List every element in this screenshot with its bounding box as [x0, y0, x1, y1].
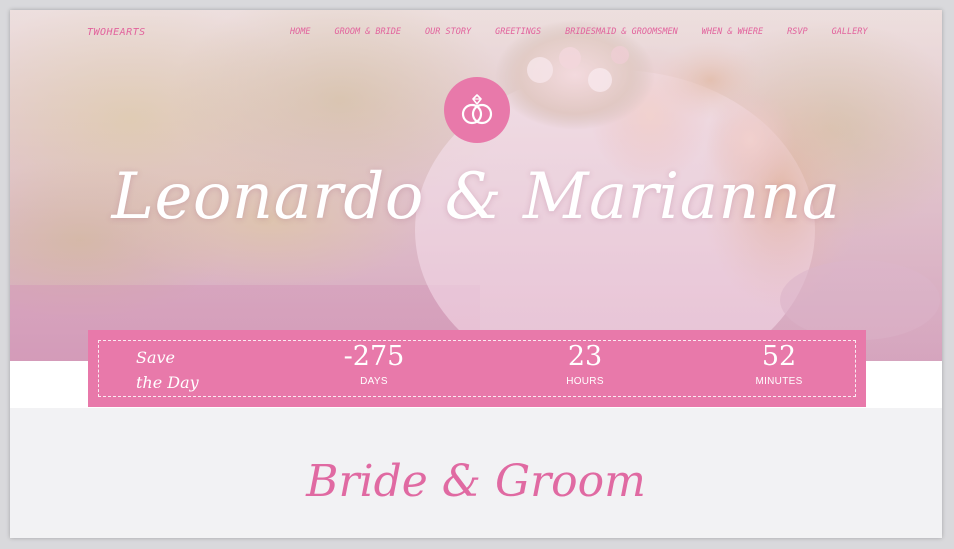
- countdown-days: -275 DAYS: [314, 341, 434, 388]
- days-label: DAYS: [360, 376, 388, 387]
- save-the-day-label: Save the Day: [136, 345, 199, 395]
- countdown-banner: Save the Day -275 DAYS 23 HOURS 52 MINUT…: [88, 330, 866, 407]
- nav-item-home[interactable]: HOME: [290, 27, 310, 37]
- bride-groom-heading: Bride & Groom: [306, 456, 646, 507]
- nav-item-groom-bride[interactable]: GROOM & BRIDE: [334, 27, 401, 37]
- minutes-value: 52: [761, 341, 797, 372]
- nav-item-greetings[interactable]: GREETINGS: [495, 27, 541, 37]
- wedding-emblem: [444, 77, 510, 143]
- hours-value: 23: [567, 341, 603, 372]
- site-logo[interactable]: TWOHEARTS: [87, 27, 146, 38]
- minutes-label: MINUTES: [755, 376, 803, 387]
- wedding-rings-icon: [461, 94, 493, 125]
- nav-menu: HOME GROOM & BRIDE OUR STORY GREETINGS B…: [290, 27, 891, 37]
- nav-item-our-story[interactable]: OUR STORY: [425, 27, 471, 37]
- hours-label: HOURS: [566, 376, 604, 387]
- save-line-1: Save: [136, 348, 176, 367]
- top-navigation: TWOHEARTS HOME GROOM & BRIDE OUR STORY G…: [10, 10, 942, 54]
- countdown-hours: 23 HOURS: [525, 341, 645, 388]
- nav-item-bridesmaid-groomsmen[interactable]: BRIDESMAID & GROOMSMEN: [565, 27, 678, 37]
- days-value: -275: [343, 341, 405, 372]
- page-frame: TWOHEARTS HOME GROOM & BRIDE OUR STORY G…: [10, 10, 942, 538]
- countdown-minutes: 52 MINUTES: [719, 341, 839, 388]
- save-line-2: the Day: [136, 373, 199, 392]
- couple-names: Leonardo & Marianna: [111, 160, 841, 234]
- nav-item-rsvp[interactable]: RSVP: [787, 27, 807, 37]
- nav-item-when-where[interactable]: WHEN & WHERE: [702, 27, 763, 37]
- nav-item-gallery[interactable]: GALLERY: [832, 27, 868, 37]
